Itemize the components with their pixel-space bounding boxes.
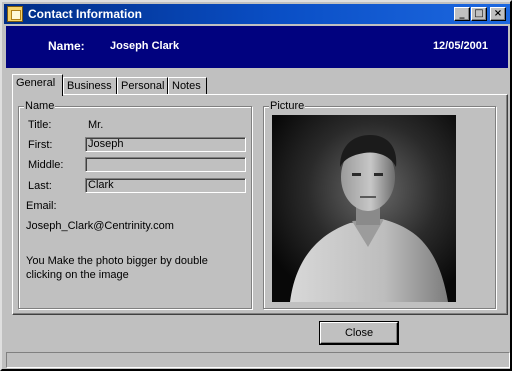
- contact-window: Contact Information _ □ × Name: Joseph C…: [0, 0, 512, 371]
- title-bar[interactable]: Contact Information _ □ ×: [4, 4, 510, 24]
- window-title: Contact Information: [28, 7, 142, 21]
- tab-label: General: [16, 77, 56, 89]
- tab-label: Notes: [172, 80, 201, 92]
- tab-label: Business: [67, 80, 112, 92]
- last-name-field[interactable]: Clark: [85, 178, 246, 193]
- tab-personal[interactable]: Personal: [117, 77, 168, 95]
- middle-name-field[interactable]: [85, 157, 246, 172]
- picture-group: Picture: [263, 100, 496, 309]
- photo-hint-line-1: You Make the photo bigger by double: [26, 255, 208, 267]
- status-bar: [6, 352, 510, 368]
- first-name-field[interactable]: Joseph: [85, 137, 246, 152]
- email-value[interactable]: Joseph_Clark@Centrinity.com: [26, 220, 174, 232]
- last-label: Last:: [28, 180, 52, 192]
- tab-general[interactable]: General: [12, 74, 63, 96]
- close-window-button[interactable]: ×: [490, 7, 506, 21]
- tab-label: Personal: [121, 80, 165, 92]
- app-icon[interactable]: [7, 6, 23, 22]
- contact-header: Name: Joseph Clark 12/05/2001: [6, 26, 508, 68]
- portrait-image: [272, 115, 456, 302]
- email-label: Email:: [26, 200, 57, 212]
- title-label: Title:: [28, 119, 52, 131]
- name-group-title: Name: [24, 100, 56, 112]
- header-name-value: Joseph Clark: [110, 40, 180, 52]
- name-group: Name Title: Mr. First: Joseph Middle: La…: [18, 100, 252, 309]
- picture-group-title: Picture: [269, 100, 306, 112]
- title-value: Mr.: [88, 119, 104, 131]
- close-button[interactable]: Close: [320, 322, 398, 344]
- photo-hint-line-2: clicking on the image: [26, 269, 129, 281]
- first-label: First:: [28, 139, 53, 151]
- contact-photo[interactable]: [272, 115, 456, 302]
- tab-notes[interactable]: Notes: [168, 77, 207, 95]
- tab-business[interactable]: Business: [63, 77, 117, 95]
- minimize-button[interactable]: _: [454, 7, 470, 21]
- general-tab-panel: Name Title: Mr. First: Joseph Middle: La…: [12, 94, 508, 315]
- header-name-label: Name:: [48, 39, 85, 53]
- middle-label: Middle:: [28, 159, 64, 171]
- maximize-button[interactable]: □: [471, 7, 487, 21]
- header-date: 12/05/2001: [432, 40, 488, 52]
